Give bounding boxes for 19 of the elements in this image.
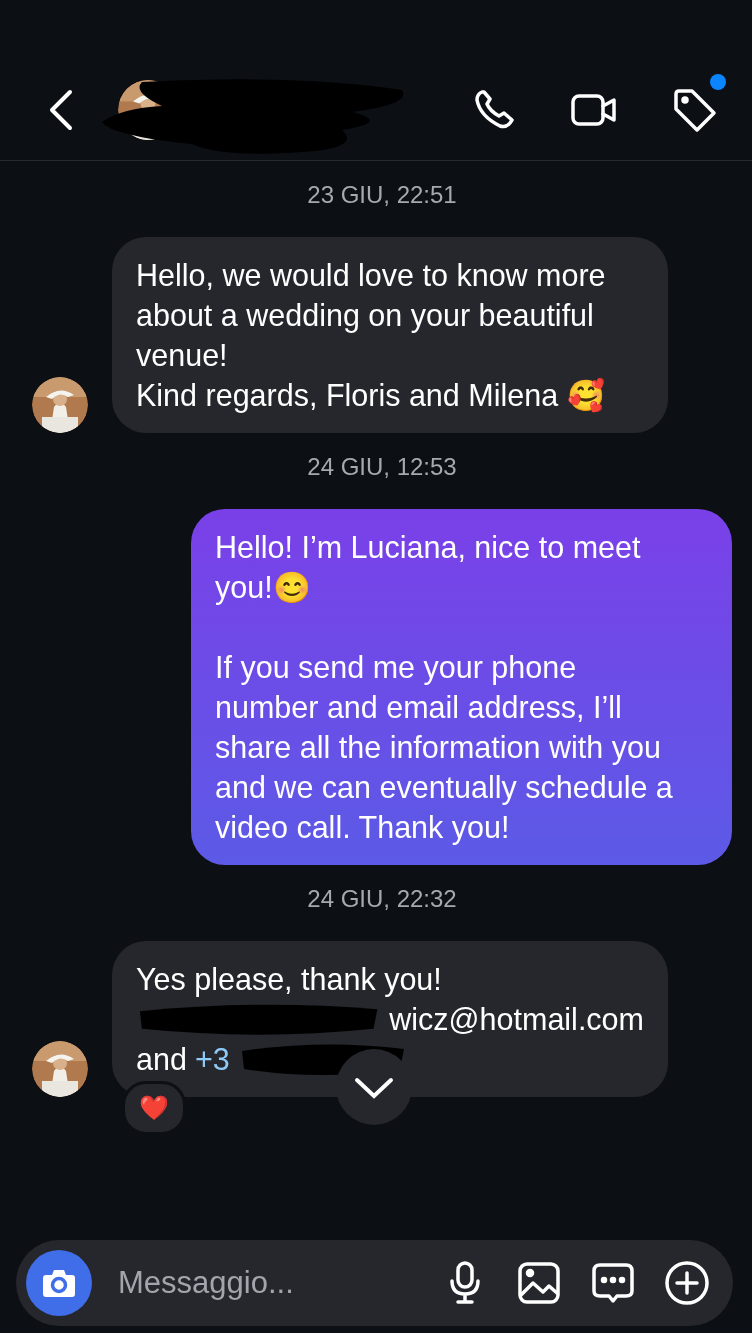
message-text: Yes please, thank you! — [136, 961, 442, 999]
gallery-button[interactable] — [515, 1259, 563, 1307]
message-field[interactable]: Messaggio... — [118, 1265, 415, 1301]
received-message-bubble: Hello, we would love to know more about a wedding on your beautiful venue! Kind regards, Floris and Milena 🥰 — [112, 237, 668, 433]
sent-message-bubble: Hello! I’m Luciana, nice to meet you!😊 If you send me your phone number and email address, I’ll share all the information with you and we can eventually schedule a video call. Thank you! — [191, 509, 732, 865]
timestamp: 24 GIU, 22:32 — [307, 885, 457, 913]
message-text: wicz@hotmail.com — [389, 1001, 644, 1038]
message-text: and — [136, 1041, 187, 1078]
reaction-badge[interactable]: ❤ — [122, 1081, 186, 1135]
timestamp: 23 GIU, 22:51 — [307, 181, 457, 209]
chevron-down-icon — [354, 1076, 394, 1099]
timestamp: 24 GIU, 12:53 — [307, 453, 457, 481]
camera-icon — [42, 1268, 76, 1298]
image-icon — [515, 1259, 563, 1307]
plus-icon — [663, 1259, 711, 1307]
back-icon — [48, 89, 74, 131]
add-button[interactable] — [663, 1259, 711, 1307]
camera-button[interactable] — [26, 1250, 92, 1316]
phone-link[interactable]: +3 — [194, 1039, 230, 1079]
